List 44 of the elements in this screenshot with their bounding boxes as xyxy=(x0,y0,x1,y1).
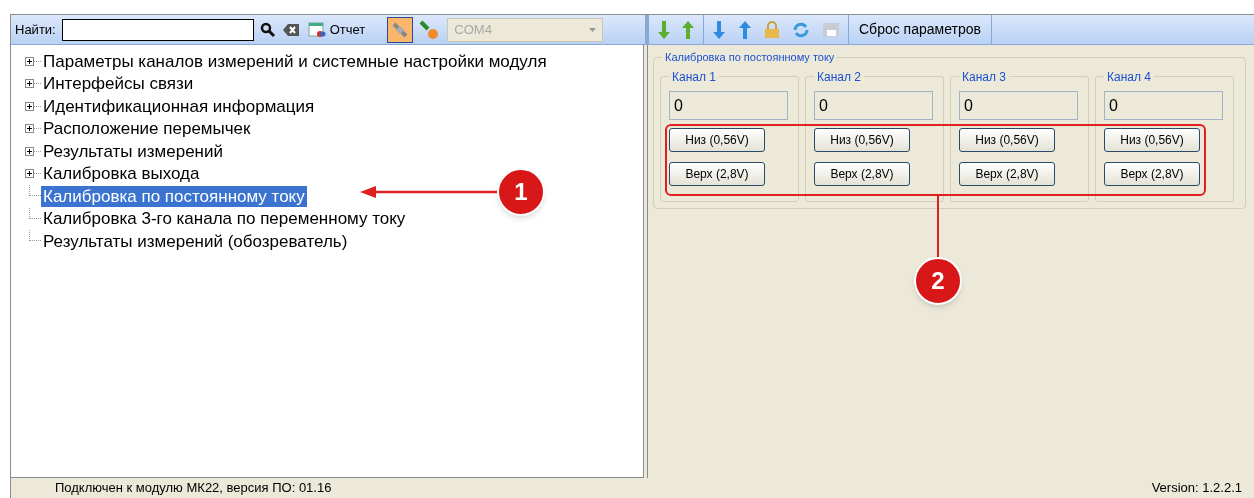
tree-item[interactable]: Калибровка 3-го канала по переменному току xyxy=(41,208,408,230)
tree-connector xyxy=(29,230,41,242)
high-button[interactable]: Верх (2,8V) xyxy=(1104,162,1200,186)
high-button[interactable]: Верх (2,8V) xyxy=(814,162,910,186)
tree-item[interactable]: Идентификационная информация xyxy=(41,95,317,117)
expand-icon[interactable] xyxy=(25,56,41,66)
reset-button[interactable]: Сброс параметров xyxy=(849,15,992,44)
tree-item[interactable]: Калибровка выхода xyxy=(41,163,202,185)
value-field[interactable]: 0 xyxy=(959,91,1078,120)
status-message: Подключен к модулю МК22, версия ПО: 01.16 xyxy=(55,479,332,498)
expand-icon[interactable] xyxy=(25,101,41,111)
arrow-down-icon[interactable] xyxy=(712,19,726,40)
report-icon xyxy=(307,21,326,38)
search-icon[interactable] xyxy=(259,21,276,38)
leader-line xyxy=(937,196,939,258)
clear-icon[interactable] xyxy=(281,22,300,37)
value-field[interactable]: 0 xyxy=(814,91,933,120)
tree-item[interactable]: Калибровка по постоянному току xyxy=(41,185,307,207)
arrow-up-icon[interactable] xyxy=(738,19,752,40)
high-button[interactable]: Верх (2,8V) xyxy=(959,162,1055,186)
tree-item[interactable]: Параметры каналов измерений и системные настройки модуля xyxy=(41,50,549,72)
tree-item[interactable]: Расположение перемычек xyxy=(41,118,253,140)
expand-icon[interactable] xyxy=(25,79,41,89)
low-button[interactable]: Низ (0,56V) xyxy=(1104,128,1200,152)
tree-connector xyxy=(29,207,41,219)
expand-icon[interactable] xyxy=(25,146,41,156)
group-title: Калибровка по постоянному току xyxy=(662,49,838,66)
low-button[interactable]: Низ (0,56V) xyxy=(669,128,765,152)
expand-icon[interactable] xyxy=(25,124,41,134)
high-button[interactable]: Верх (2,8V) xyxy=(669,162,765,186)
connect-button[interactable] xyxy=(387,16,414,43)
low-button[interactable]: Низ (0,56V) xyxy=(959,128,1055,152)
low-button[interactable]: Низ (0,56V) xyxy=(814,128,910,152)
search-field[interactable] xyxy=(61,18,254,41)
value-field[interactable]: 0 xyxy=(669,91,788,120)
expand-icon[interactable] xyxy=(25,169,41,179)
tree-item[interactable]: Результаты измерений (обозреватель) xyxy=(41,230,350,252)
report-button[interactable]: Отчет xyxy=(305,19,368,40)
search-label: Найти: xyxy=(15,20,56,39)
version-label: Version: 1.2.2.1 xyxy=(1151,479,1242,498)
dropdown-caret-icon xyxy=(589,27,597,32)
value-field[interactable]: 0 xyxy=(1104,91,1223,120)
tree-item[interactable]: Результаты измерений xyxy=(41,140,225,162)
tree-item[interactable]: Интерфейсы связи xyxy=(41,73,196,95)
